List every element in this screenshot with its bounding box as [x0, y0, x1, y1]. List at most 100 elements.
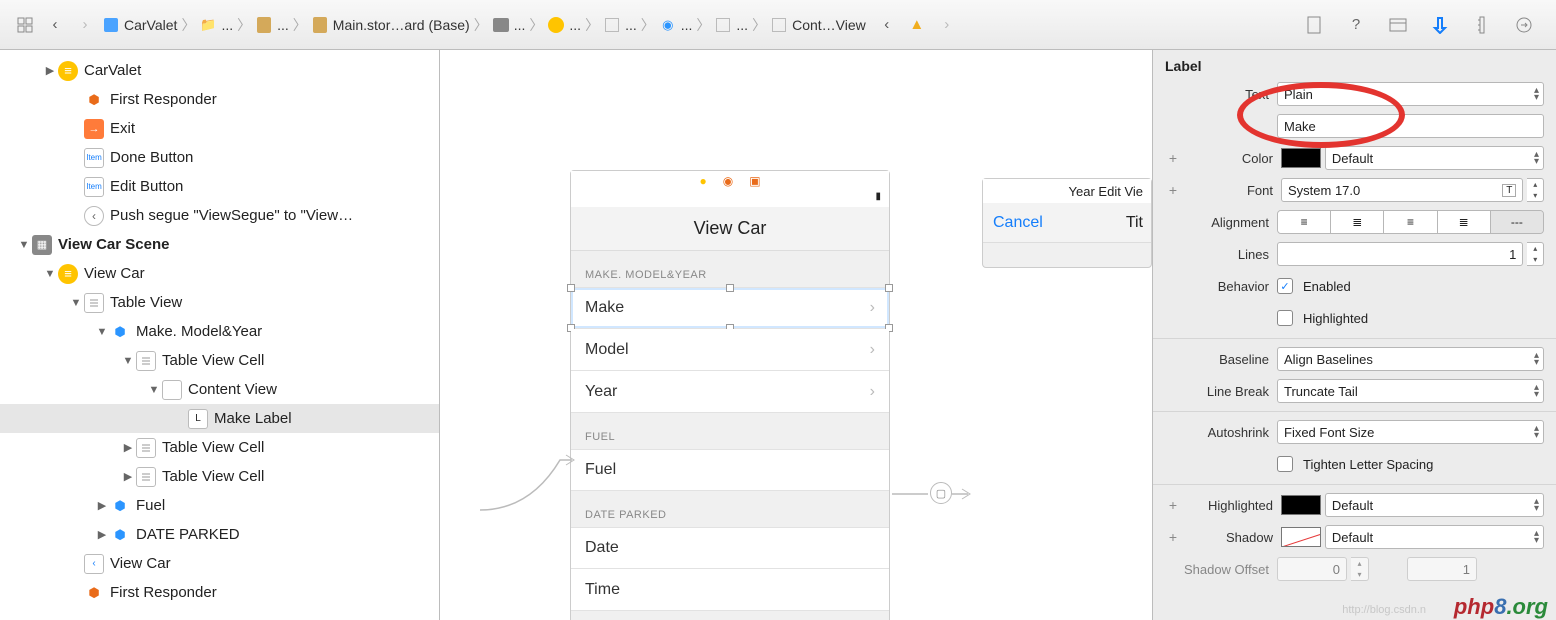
lines-stepper[interactable]: ▴▾: [1527, 242, 1544, 266]
outline-row[interactable]: ▶‹Push segue "ViewSegue" to "View…: [0, 201, 439, 230]
text-value-input[interactable]: Make: [1277, 114, 1544, 138]
align-left-icon[interactable]: ≡: [1278, 211, 1331, 233]
size-inspector-icon[interactable]: [1470, 13, 1494, 37]
shadow-offset-y[interactable]: 1: [1407, 557, 1477, 581]
shadow-x-stepper[interactable]: ▴▾: [1351, 557, 1369, 581]
highlighted-swatch[interactable]: [1281, 495, 1321, 515]
breadcrumb-item[interactable]: ...: [545, 16, 583, 34]
font-label: Font: [1185, 183, 1281, 198]
baseline-label: Baseline: [1165, 352, 1277, 367]
breadcrumb-item[interactable]: ◉...: [657, 16, 695, 34]
help-inspector-icon[interactable]: ?: [1344, 13, 1368, 37]
lines-label: Lines: [1165, 247, 1277, 262]
outline-row[interactable]: ▶⬢Fuel: [0, 491, 439, 520]
attributes-inspector: Label Text Plain▴▾ Make + Color Default▴…: [1152, 50, 1556, 620]
outline-row[interactable]: ▶Table View Cell: [0, 433, 439, 462]
crumb-fwd-icon[interactable]: ›: [934, 12, 960, 38]
tighten-checkbox[interactable]: [1277, 456, 1293, 472]
cell-date[interactable]: Date: [571, 527, 889, 569]
cell-model[interactable]: Model›: [571, 329, 889, 371]
autoshrink-select[interactable]: Fixed Font Size▴▾: [1277, 420, 1544, 444]
crumb-back-icon[interactable]: ‹: [874, 12, 900, 38]
tighten-text: Tighten Letter Spacing: [1303, 457, 1433, 472]
inspector-tabs: ?: [1302, 13, 1536, 37]
outline-row[interactable]: ▶ItemDone Button: [0, 143, 439, 172]
outline-row[interactable]: ▼Table View Cell: [0, 346, 439, 375]
view-car-scene[interactable]: ●◉▣ ▮ View Car MAKE. MODEL&YEAR Make› Mo…: [570, 170, 890, 620]
outline-row[interactable]: ▶⬢DATE PARKED: [0, 520, 439, 549]
cell-label: Model: [585, 341, 629, 359]
storyboard-canvas[interactable]: ●◉▣ ▮ View Car MAKE. MODEL&YEAR Make› Mo…: [440, 50, 1152, 620]
identity-inspector-icon[interactable]: [1386, 13, 1410, 37]
breadcrumb-item[interactable]: ...: [490, 16, 528, 34]
nav-fwd-icon[interactable]: ›: [72, 12, 98, 38]
attributes-inspector-icon[interactable]: [1428, 13, 1452, 37]
outline-row[interactable]: ▶≡CarValet: [0, 56, 439, 85]
add-color-icon[interactable]: +: [1165, 150, 1181, 166]
cell-time[interactable]: Time: [571, 569, 889, 611]
outline-row[interactable]: ▼▦View Car Scene: [0, 230, 439, 259]
phone2-header: Year Edit Vie: [983, 179, 1151, 203]
text-mode-select[interactable]: Plain▴▾: [1277, 82, 1544, 106]
align-justify-icon[interactable]: ≣: [1438, 211, 1491, 233]
warning-icon[interactable]: ▲: [904, 12, 930, 38]
cell-make[interactable]: Make›: [571, 287, 889, 329]
align-right-icon[interactable]: ≡: [1384, 211, 1437, 233]
font-stepper[interactable]: ▴▾: [1527, 178, 1544, 202]
lines-input[interactable]: 1: [1277, 242, 1523, 266]
cell-label: Year: [585, 383, 617, 401]
align-natural-icon[interactable]: ---: [1491, 211, 1543, 233]
watermark: php8.org: [1454, 594, 1548, 620]
outline-row[interactable]: ▼⬢Make. Model&Year: [0, 317, 439, 346]
cancel-button[interactable]: Cancel: [993, 214, 1043, 232]
shadow-offset-label: Shadow Offset: [1165, 562, 1277, 577]
highlighted-select[interactable]: Default▴▾: [1325, 493, 1544, 517]
enabled-checkbox[interactable]: ✓: [1277, 278, 1293, 294]
baseline-select[interactable]: Align Baselines▴▾: [1277, 347, 1544, 371]
cell-fuel[interactable]: Fuel: [571, 449, 889, 491]
file-inspector-icon[interactable]: [1302, 13, 1326, 37]
related-items-icon[interactable]: [12, 12, 38, 38]
breadcrumb-item[interactable]: Main.stor…ard (Base): [309, 16, 472, 34]
linebreak-select[interactable]: Truncate Tail▴▾: [1277, 379, 1544, 403]
font-input[interactable]: System 17.0T: [1281, 178, 1523, 202]
outline-row[interactable]: ▶⬢First Responder: [0, 85, 439, 114]
outline-row[interactable]: ▶Table View Cell: [0, 462, 439, 491]
phone2-title: Year Edit Vie: [1069, 184, 1143, 199]
alignment-segmented[interactable]: ≡ ≣ ≡ ≣ ---: [1277, 210, 1544, 234]
alignment-label: Alignment: [1165, 215, 1277, 230]
outline-row[interactable]: ▶⬢First Responder: [0, 578, 439, 607]
nav-back-icon[interactable]: ‹: [42, 12, 68, 38]
shadow-swatch[interactable]: [1281, 527, 1321, 547]
breadcrumb-item[interactable]: ...: [601, 16, 639, 34]
phone-navbar: View Car: [571, 207, 889, 251]
year-edit-scene[interactable]: Year Edit Vie Cancel Tit: [982, 178, 1152, 268]
shadow-select[interactable]: Default▴▾: [1325, 525, 1544, 549]
enabled-text: Enabled: [1303, 279, 1351, 294]
color-swatch[interactable]: [1281, 148, 1321, 168]
add-font-icon[interactable]: +: [1165, 182, 1181, 198]
add-shadow-icon[interactable]: +: [1165, 529, 1181, 545]
breadcrumb-item[interactable]: 📁...: [197, 16, 235, 34]
outline-row[interactable]: ▼Content View: [0, 375, 439, 404]
breadcrumb-item[interactable]: CarValet: [100, 16, 179, 34]
breadcrumb-item[interactable]: ...: [712, 16, 750, 34]
section-header: MAKE. MODEL&YEAR: [571, 251, 889, 287]
outline-row[interactable]: ▼Table View: [0, 288, 439, 317]
outline-row[interactable]: ▼≡View Car: [0, 259, 439, 288]
outline-row[interactable]: ▶→Exit: [0, 114, 439, 143]
phone-scene-header: ●◉▣: [571, 171, 889, 191]
shadow-offset-x[interactable]: 0: [1277, 557, 1347, 581]
cell-year[interactable]: Year›: [571, 371, 889, 413]
outline-row[interactable]: ▶LMake Label: [0, 404, 439, 433]
add-highlighted-icon[interactable]: +: [1165, 497, 1181, 513]
connections-inspector-icon[interactable]: [1512, 13, 1536, 37]
breadcrumb-item[interactable]: Cont…View: [768, 16, 868, 34]
outline-row[interactable]: ▶ItemEdit Button: [0, 172, 439, 201]
align-center-icon[interactable]: ≣: [1331, 211, 1384, 233]
highlighted-color-label: Highlighted: [1185, 498, 1281, 513]
outline-row[interactable]: ▶‹View Car: [0, 549, 439, 578]
highlighted-checkbox[interactable]: [1277, 310, 1293, 326]
breadcrumb-item[interactable]: ...: [253, 16, 291, 34]
color-select[interactable]: Default▴▾: [1325, 146, 1544, 170]
